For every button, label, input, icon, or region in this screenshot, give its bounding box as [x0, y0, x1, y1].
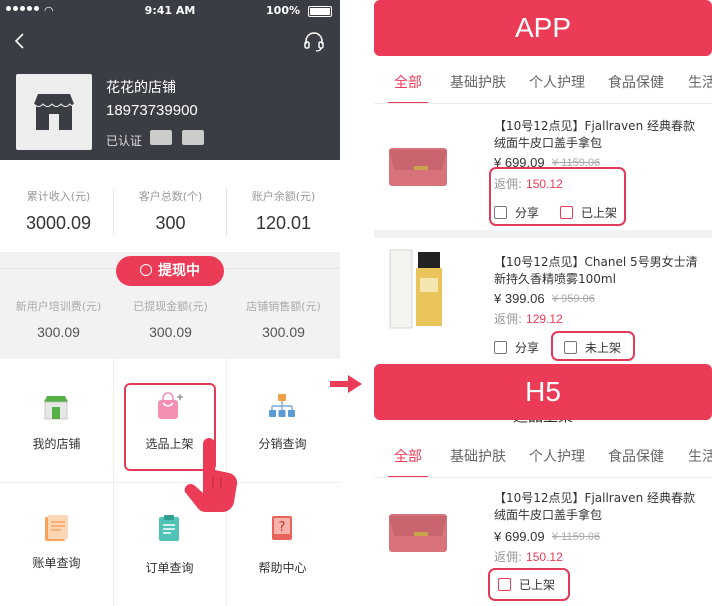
product-price: ¥ 399.06 — [494, 291, 545, 306]
highlight-listed-button — [488, 568, 570, 601]
product-image-wallet — [389, 514, 447, 552]
stat-training-fee: 新用户培训费(元) 300.09 — [2, 298, 115, 340]
stat-store-sales: 店铺销售额(元) 300.09 — [227, 298, 340, 340]
store-name: 花花的店铺 — [106, 80, 176, 96]
menu-label: 帮助中心 — [258, 561, 307, 575]
stat-withdrawn-amount: 已提现金额(元) 300.09 — [114, 298, 227, 340]
headset-icon — [304, 32, 324, 52]
org-chart-icon — [269, 394, 295, 417]
clock-icon — [140, 264, 152, 276]
account-stats: 累计收入(元) 3000.09 客户总数(个) 300 账户余额(元) 120.… — [0, 160, 340, 252]
share-icon — [494, 341, 507, 354]
divider — [374, 230, 712, 238]
commission-row: 返佣: 129.12 — [494, 310, 563, 327]
chevron-left-icon — [14, 33, 24, 49]
product-title: 【10号12点见】Chanel 5号男女士清新持久香精喷雾100ml — [494, 255, 698, 286]
withdraw-section: 提现中 新用户培训费(元) 300.09 已提现金额(元) 300.09 店铺销… — [0, 252, 340, 359]
stat-label: 客户总数(个) — [138, 190, 203, 203]
product-original-price: ¥ 959.06 — [552, 293, 595, 305]
tab-basic-skincare[interactable]: 基础护肤 — [450, 446, 506, 466]
shop-icon — [44, 396, 68, 420]
stat-label: 店铺销售额(元) — [246, 300, 321, 313]
customer-service-button[interactable] — [302, 30, 326, 54]
stat-value: 120.01 — [255, 213, 312, 233]
tab-all[interactable]: 全部 — [394, 72, 422, 92]
tab-personal-care[interactable]: 个人护理 — [529, 72, 585, 92]
commission-label: 返佣: — [494, 312, 523, 326]
category-tabs-h5: 全部 基础护肤 个人护理 食品保健 生活 — [374, 436, 712, 478]
product-card[interactable]: 【10号12点见】Chanel 5号男女士清新持久香精喷雾100ml ¥ 399… — [374, 238, 712, 366]
screenshot-root: ◠ 9:41 AM 100% 花花的店铺 18973739900 已认证 累计收… — [0, 0, 712, 606]
product-price: ¥ 699.09 — [494, 529, 545, 544]
tab-life[interactable]: 生活 — [688, 446, 712, 466]
tap-hand-icon — [184, 438, 238, 513]
stat-label: 账户余额(元) — [251, 190, 316, 203]
phone-app-screen: ◠ 9:41 AM 100% 花花的店铺 18973739900 已认证 累计收… — [0, 0, 340, 606]
stat-value: 300.09 — [262, 324, 305, 340]
menu-label: 订单查询 — [145, 561, 194, 575]
highlight-commission-actions — [489, 167, 626, 226]
tab-food-health[interactable]: 食品保健 — [608, 72, 664, 92]
share-label: 分享 — [515, 341, 540, 355]
product-original-price: ¥ 1159.06 — [552, 531, 601, 543]
bank-card-icon — [182, 130, 204, 145]
product-title: 【10号12点见】Fjallraven 经典春款绒面牛皮口盖手拿包 — [494, 491, 695, 522]
tab-all[interactable]: 全部 — [394, 446, 422, 466]
stat-label: 新用户培训费(元) — [15, 300, 102, 313]
menu-item-bill-query[interactable]: 账单查询 — [0, 483, 113, 606]
status-bar: ◠ 9:41 AM 100% — [0, 0, 340, 22]
stat-label: 已提现金额(元) — [133, 300, 208, 313]
stat-customer-count: 客户总数(个) 300 — [114, 160, 227, 252]
store-icon — [33, 94, 75, 130]
store-phone: 18973739900 — [106, 102, 198, 119]
battery-icon — [308, 6, 332, 17]
stat-value: 3000.09 — [25, 213, 92, 233]
verified-label: 已认证 — [106, 134, 143, 148]
stat-total-income: 累计收入(元) 3000.09 — [2, 160, 115, 252]
stat-value: 300.09 — [149, 324, 192, 340]
product-image-perfume — [389, 249, 442, 329]
withdraw-button[interactable]: 提现中 — [116, 256, 224, 286]
tab-personal-care[interactable]: 个人护理 — [529, 446, 585, 466]
app-banner: APP — [374, 0, 712, 56]
battery-percent: 100% — [266, 4, 300, 17]
help-book-icon: ? — [272, 516, 292, 540]
product-image-wallet — [389, 148, 447, 186]
commission-value: 129.12 — [526, 312, 563, 326]
stat-label: 累计收入(元) — [26, 190, 91, 203]
tab-basic-skincare[interactable]: 基础护肤 — [450, 72, 506, 92]
svg-text:?: ? — [279, 520, 286, 535]
commission-value: 150.12 — [526, 550, 563, 564]
store-header: 花花的店铺 18973739900 已认证 — [0, 22, 340, 160]
stat-value: 300.09 — [37, 324, 80, 340]
share-button[interactable]: 分享 — [494, 339, 539, 356]
menu-label: 账单查询 — [32, 556, 81, 570]
commission-label: 返佣: — [494, 550, 523, 564]
product-title: 【10号12点见】Fjallraven 经典春款绒面牛皮口盖手拿包 — [494, 119, 695, 150]
withdraw-label: 提现中 — [158, 263, 200, 279]
tab-food-health[interactable]: 食品保健 — [608, 446, 664, 466]
back-button[interactable] — [10, 30, 32, 52]
menu-label: 我的店铺 — [32, 437, 81, 451]
tab-life[interactable]: 生活 — [688, 72, 712, 92]
commission-row: 返佣: 150.12 — [494, 548, 563, 565]
menu-item-my-shop[interactable]: 我的店铺 — [0, 359, 113, 482]
clipboard-icon — [159, 515, 179, 541]
stat-account-balance: 账户余额(元) 120.01 — [227, 160, 340, 252]
store-avatar[interactable] — [16, 74, 92, 150]
category-tabs-app: 全部 基础护肤 个人护理 食品保健 生活 — [374, 62, 712, 104]
stat-value: 300 — [155, 213, 186, 233]
highlight-unlisted-button — [551, 331, 635, 361]
id-card-icon — [150, 130, 172, 145]
h5-banner: H5 — [374, 364, 712, 420]
arrow-right-icon — [330, 375, 362, 393]
bill-icon — [45, 515, 68, 541]
